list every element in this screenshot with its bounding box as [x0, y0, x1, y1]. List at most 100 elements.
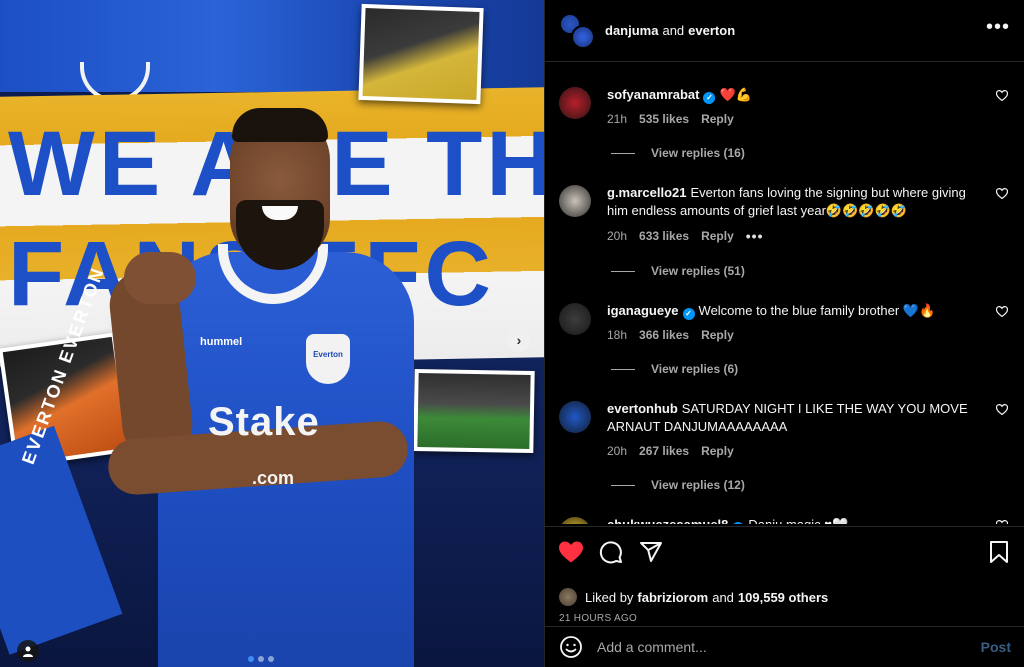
replies-divider [611, 152, 635, 154]
verified-badge-icon: ✓ [732, 522, 745, 524]
replies-divider [611, 270, 635, 272]
carousel-dot[interactable] [268, 656, 274, 662]
carousel-dots [248, 656, 274, 662]
view-replies-button[interactable]: View replies (16) [611, 146, 1010, 160]
author-link[interactable]: danjuma [605, 23, 658, 38]
view-replies-button[interactable]: View replies (12) [611, 478, 1010, 492]
comment-meta: 20h 633 likes Reply ••• [607, 228, 980, 244]
comment-message: ❤️💪 [719, 87, 752, 102]
verified-badge-icon: ✓ [682, 308, 695, 320]
comment-meta: 20h 267 likes Reply [607, 444, 980, 458]
more-options-icon[interactable]: ••• [986, 17, 1010, 45]
comment-username[interactable]: chukwuezesamuel8 [607, 517, 728, 524]
avatar[interactable] [571, 24, 595, 49]
avatar[interactable] [559, 303, 591, 335]
heart-outline-icon[interactable] [995, 519, 1009, 524]
carousel-dot[interactable] [248, 656, 254, 662]
likes-middle: and [712, 589, 734, 605]
comment-username[interactable]: g.marcello21 [607, 185, 687, 200]
bookmark-icon[interactable] [987, 540, 1011, 564]
comment-meta: 21h 535 likes Reply [607, 112, 980, 126]
comment-message: Danju magic ♥🤍 [748, 517, 848, 524]
comment-icon[interactable] [599, 540, 623, 564]
comment-item: chukwuezesamuel8 ✓Danju magic ♥🤍 [559, 492, 1010, 524]
reply-button[interactable]: Reply [701, 444, 734, 458]
comment-time[interactable]: 20h [607, 229, 627, 243]
likes-summary: Liked by fabriziorom and 109,559 others [559, 588, 1011, 606]
view-replies-button[interactable]: View replies (6) [611, 362, 1010, 376]
comment-time[interactable]: 20h [607, 444, 627, 458]
verified-badge-icon: ✓ [703, 92, 716, 104]
comment-likes[interactable]: 267 likes [639, 444, 689, 458]
comment-options-icon[interactable]: ••• [746, 228, 764, 244]
avatar[interactable] [559, 517, 591, 524]
post-header: danjuma and everton ••• [545, 0, 1024, 62]
view-replies-label: View replies (51) [651, 264, 745, 278]
comment-likes[interactable]: 535 likes [639, 112, 689, 126]
chevron-right-icon[interactable]: › [507, 328, 531, 352]
reply-button[interactable]: Reply [701, 112, 734, 126]
post-sidebar: danjuma and everton ••• sofyanamrabat ✓ ❤️… [544, 0, 1024, 667]
club-crest [306, 334, 350, 384]
comment-likes[interactable]: 633 likes [639, 229, 689, 243]
avatar[interactable] [559, 588, 577, 606]
player-hair [232, 108, 328, 142]
comment-item: sofyanamrabat ✓ ❤️💪 21h 535 likes Reply View r… [559, 62, 1010, 160]
comment-text: iganagueye ✓ Welcome to the blue family br… [607, 302, 980, 320]
comment-text: sofyanamrabat ✓ ❤️💪 [607, 86, 980, 104]
post-comment-button[interactable]: Post [981, 639, 1011, 655]
carousel-dot[interactable] [258, 656, 264, 662]
comments-list[interactable]: sofyanamrabat ✓ ❤️💪 21h 535 likes Reply View r… [545, 62, 1024, 524]
comment-meta: 18h 366 likes Reply [607, 328, 980, 342]
avatar[interactable] [559, 87, 591, 119]
comment-likes[interactable]: 366 likes [639, 328, 689, 342]
author-link[interactable]: everton [688, 23, 735, 38]
comment-username[interactable]: evertonhub [607, 401, 678, 416]
shirt-brand-logo: hummel [200, 336, 243, 348]
heart-filled-icon[interactable] [559, 540, 583, 564]
view-replies-button[interactable]: View replies (51) [611, 264, 1010, 278]
comment-username[interactable]: iganagueye [607, 303, 679, 318]
view-replies-label: View replies (12) [651, 478, 745, 492]
comment-time[interactable]: 18h [607, 328, 627, 342]
comment-item: g.marcello21 Everton fans loving the sign… [559, 160, 1010, 278]
avatar[interactable] [559, 185, 591, 217]
person-tag-icon[interactable] [17, 640, 39, 662]
heart-outline-icon[interactable] [995, 305, 1009, 320]
collab-avatars[interactable] [559, 12, 595, 49]
comment-username[interactable]: sofyanamrabat [607, 87, 699, 102]
comment-text: evertonhub SATURDAY NIGHT I LIKE THE WAY … [607, 400, 980, 436]
heart-outline-icon[interactable] [995, 89, 1009, 104]
action-bar: Liked by fabriziorom and 109,559 others … [545, 526, 1024, 624]
post-timestamp[interactable]: 21 HOURS AGO [559, 613, 1011, 624]
shirt-sponsor: Stake [208, 400, 320, 444]
reply-button[interactable]: Reply [701, 229, 734, 243]
view-replies-label: View replies (6) [651, 362, 739, 376]
shirt-sponsor-sub: .com [252, 468, 295, 488]
post-photo[interactable]: WE ARE THE FANS EFC EVERTON EVERTON humm… [0, 0, 544, 667]
avatar[interactable] [559, 401, 591, 433]
comment-composer: Post [545, 626, 1024, 667]
replies-divider [611, 368, 635, 370]
likes-others[interactable]: 109,559 others [738, 590, 828, 605]
author-separator: and [662, 23, 685, 38]
replies-divider [611, 484, 635, 486]
comment-item: iganagueye ✓ Welcome to the blue family br… [559, 278, 1010, 376]
club-crest-text: Everton [313, 350, 343, 359]
comment-input[interactable] [597, 639, 981, 655]
likes-prefix: Liked by [585, 589, 634, 605]
comment-time[interactable]: 21h [607, 112, 627, 126]
heart-outline-icon[interactable] [995, 187, 1009, 202]
heart-outline-icon[interactable] [995, 403, 1009, 418]
polaroid-photo [413, 368, 535, 454]
share-icon[interactable] [639, 540, 663, 564]
comment-message: Welcome to the blue family brother 💙🔥 [698, 303, 936, 318]
emoji-icon[interactable] [559, 635, 583, 659]
player-fist [124, 252, 196, 304]
post-authors: danjuma and everton [605, 23, 986, 38]
polaroid-photo [358, 3, 484, 105]
liked-by-user[interactable]: fabriziorom [637, 590, 708, 605]
view-replies-label: View replies (16) [651, 146, 745, 160]
comment-text: chukwuezesamuel8 ✓Danju magic ♥🤍 [607, 516, 980, 524]
reply-button[interactable]: Reply [701, 328, 734, 342]
